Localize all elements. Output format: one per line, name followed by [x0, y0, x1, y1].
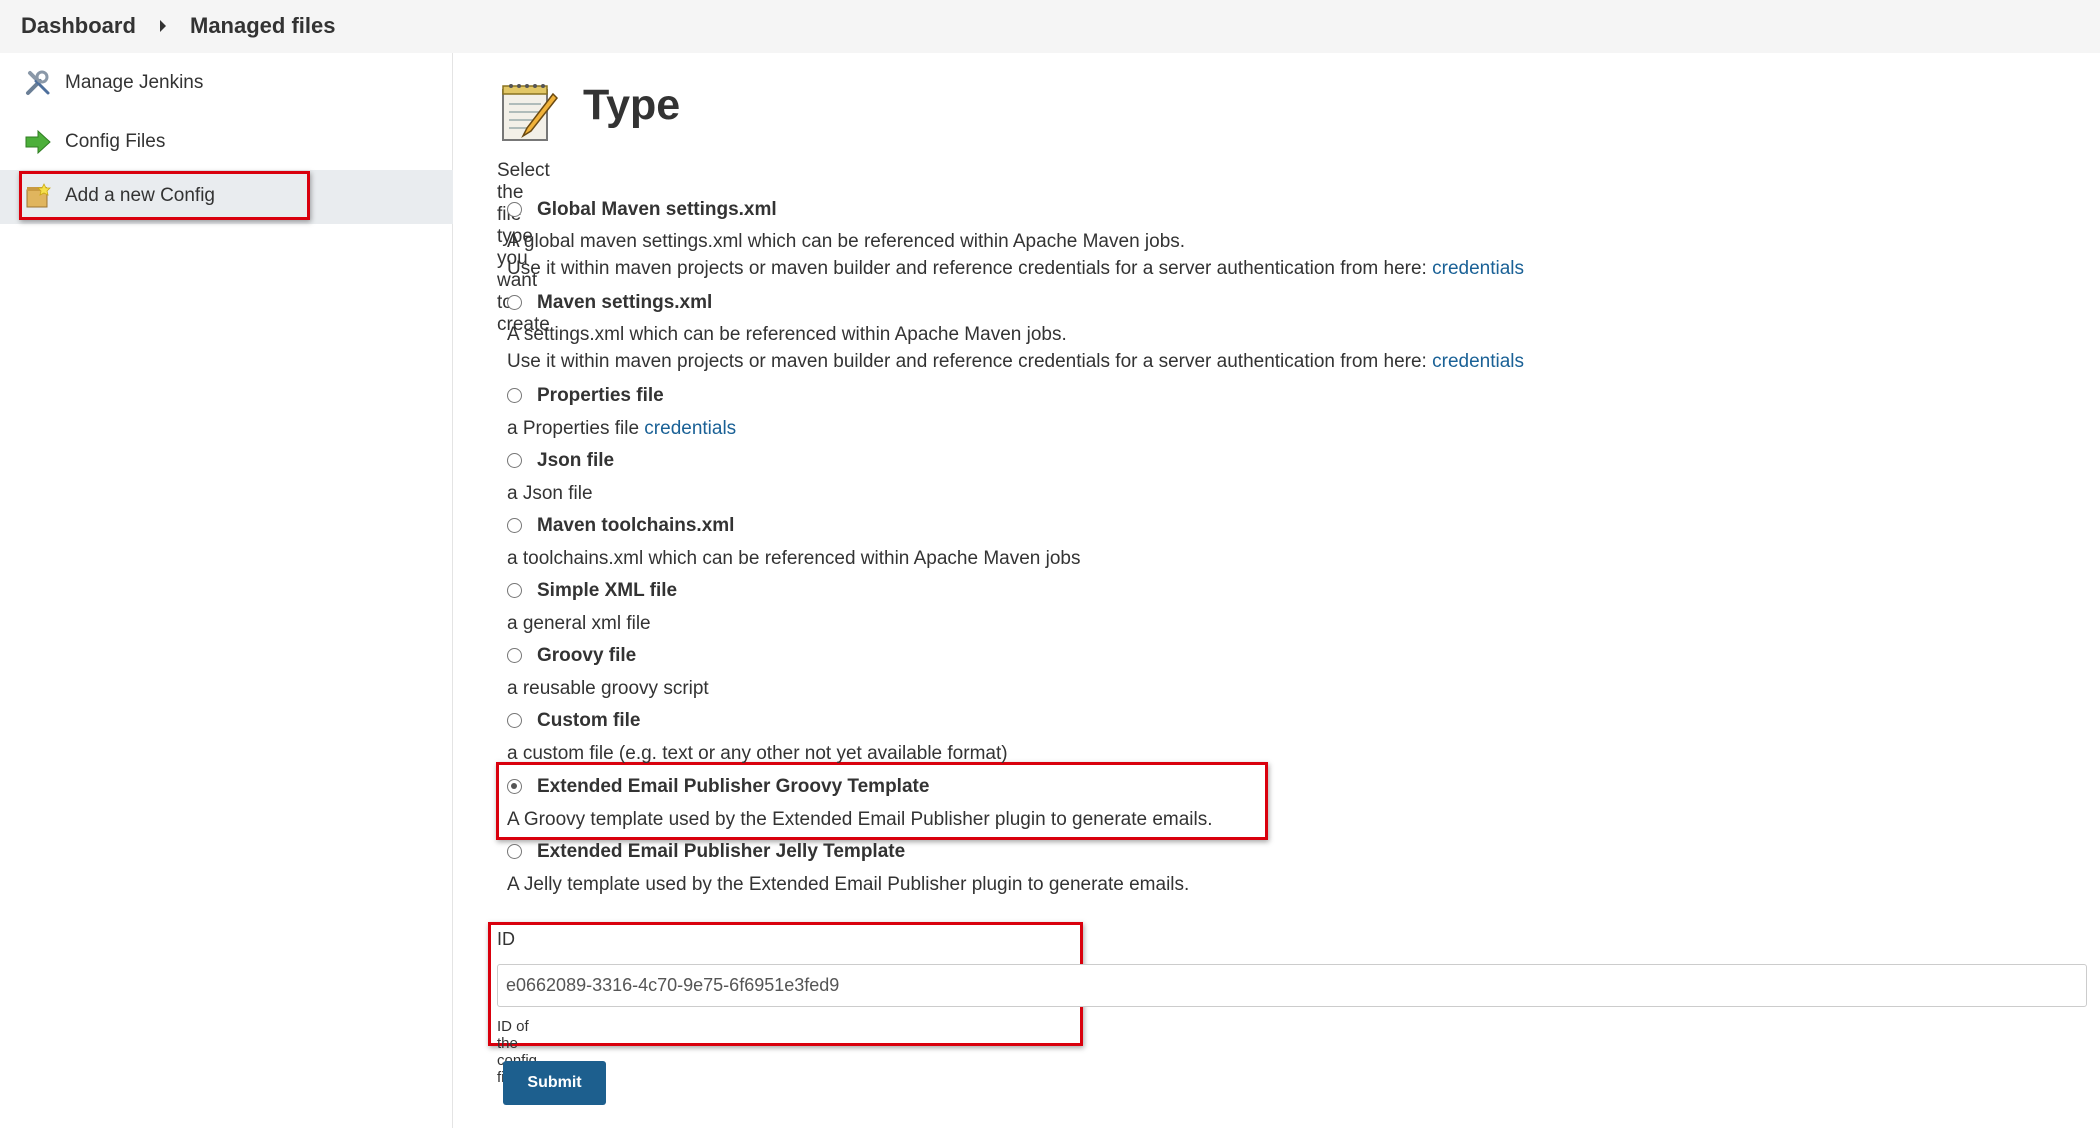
radio-button[interactable]: [507, 713, 522, 728]
sidebar-item-add-new-config[interactable]: Add a new Config: [0, 170, 453, 224]
radio-button[interactable]: [507, 202, 522, 217]
credentials-link[interactable]: credentials: [1432, 258, 1524, 279]
radio-button[interactable]: [507, 295, 522, 310]
option-label[interactable]: Groovy file: [537, 645, 636, 667]
option-label[interactable]: Extended Email Publisher Groovy Template: [537, 776, 929, 798]
option-description: A global maven settings.xml which can be…: [507, 231, 1186, 252]
breadcrumb-managed-files[interactable]: Managed files: [190, 13, 335, 39]
credentials-link[interactable]: credentials: [644, 418, 736, 439]
sidebar-item-config-files[interactable]: Config Files: [0, 116, 453, 170]
option-description-line2: Use it within maven projects or maven bu…: [507, 258, 1525, 279]
option-label[interactable]: Simple XML file: [537, 580, 677, 602]
option-label[interactable]: Json file: [537, 450, 614, 472]
breadcrumb-dashboard[interactable]: Dashboard: [21, 13, 136, 39]
radio-button-checked[interactable]: [507, 779, 522, 794]
option-label[interactable]: Extended Email Publisher Jelly Template: [537, 841, 905, 863]
side-panel: Manage Jenkins Config Files Add a new Co…: [0, 53, 453, 1128]
option-description: a Json file: [507, 483, 593, 504]
green-arrow-icon: [24, 128, 52, 156]
option-label[interactable]: Custom file: [537, 710, 640, 732]
option-description: a reusable groovy script: [507, 678, 709, 699]
option-description: A settings.xml which can be referenced w…: [507, 324, 1067, 345]
option-description: a toolchains.xml which can be referenced…: [507, 548, 1081, 569]
breadcrumb-separator-icon[interactable]: [160, 20, 166, 32]
page-title: Type: [583, 81, 681, 129]
option-label[interactable]: Maven settings.xml: [537, 292, 712, 314]
breadcrumb: Dashboard Managed files: [0, 0, 2100, 53]
credentials-link[interactable]: credentials: [1432, 351, 1524, 372]
option-description: a custom file (e.g. text or any other no…: [507, 743, 1008, 764]
radio-button[interactable]: [507, 583, 522, 598]
radio-button[interactable]: [507, 844, 522, 859]
id-input[interactable]: [497, 964, 2087, 1007]
sidebar-item-label: Manage Jenkins: [65, 72, 204, 93]
radio-button[interactable]: [507, 648, 522, 663]
new-config-icon: [24, 182, 52, 210]
option-label[interactable]: Global Maven settings.xml: [537, 199, 777, 221]
sidebar-item-label: Config Files: [65, 131, 166, 152]
option-description: A Groovy template used by the Extended E…: [507, 809, 1213, 830]
option-label[interactable]: Maven toolchains.xml: [537, 515, 734, 537]
option-description: a Properties file credentials: [507, 418, 737, 439]
sidebar-item-manage-jenkins[interactable]: Manage Jenkins: [0, 57, 453, 111]
option-description: A Jelly template used by the Extended Em…: [507, 874, 1190, 895]
tools-icon: [24, 69, 52, 97]
notepad-icon: [497, 80, 561, 144]
id-label: ID: [497, 929, 515, 949]
sidebar-item-label: Add a new Config: [65, 185, 215, 206]
option-label[interactable]: Properties file: [537, 385, 664, 407]
radio-button[interactable]: [507, 388, 522, 403]
option-description-line2: Use it within maven projects or maven bu…: [507, 351, 1525, 372]
option-description: a general xml file: [507, 613, 651, 634]
radio-button[interactable]: [507, 453, 522, 468]
submit-button[interactable]: Submit: [503, 1061, 606, 1105]
radio-button[interactable]: [507, 518, 522, 533]
